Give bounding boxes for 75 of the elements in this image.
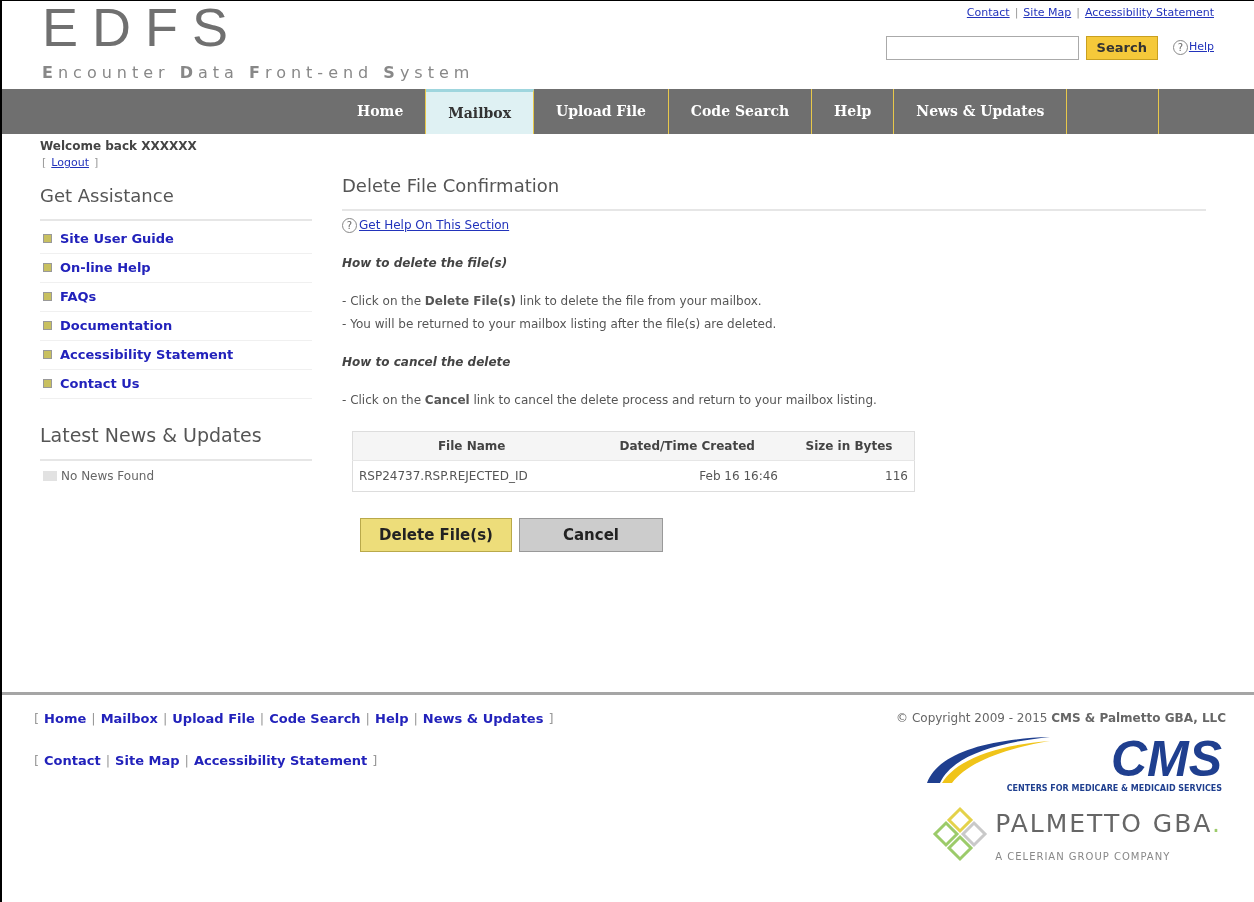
help-link[interactable]: Get Help On This Section xyxy=(359,216,510,234)
search-button[interactable]: Search xyxy=(1085,35,1158,60)
table-cell: 116 xyxy=(784,460,915,492)
bullet-icon xyxy=(43,263,52,272)
nav-tab[interactable]: Mailbox xyxy=(426,89,534,134)
sidebar-link[interactable]: On-line Help xyxy=(60,257,151,278)
separator-text: ] xyxy=(372,751,378,770)
nav-link[interactable]: Help xyxy=(375,709,409,729)
bullet-icon xyxy=(43,292,52,301)
separator-text: | xyxy=(259,710,265,728)
nav-link[interactable]: Code Search xyxy=(269,709,361,729)
bullet-icon xyxy=(43,234,52,243)
nav-tab[interactable]: Upload File xyxy=(534,89,669,134)
nav-tab[interactable]: News & Updates xyxy=(894,89,1068,134)
separator-text: | xyxy=(1076,5,1080,21)
section-heading: How to cancel the delete xyxy=(342,354,512,371)
sidebar-link[interactable]: Documentation xyxy=(60,315,173,336)
separator-text: | xyxy=(162,710,168,728)
bullet-icon xyxy=(43,321,52,330)
nav-link[interactable]: Logout xyxy=(51,155,89,172)
bullet-icon xyxy=(43,379,52,388)
welcome-text: Welcome back XXXXXX xyxy=(40,138,198,155)
news-icon xyxy=(43,471,57,481)
instruction-text: - Click on the Delete File(s) link to delete the file from your mailbox. xyxy=(342,293,763,310)
cancel-button[interactable]: Cancel xyxy=(519,518,663,552)
help-link[interactable]: Help xyxy=(1188,39,1214,56)
separator-text: ] xyxy=(93,155,99,171)
logo-tagline: CENTERS FOR MEDICARE & MEDICAID SERVICES xyxy=(1006,783,1222,795)
separator-text: | xyxy=(1014,5,1019,21)
nav-link[interactable]: Mailbox xyxy=(100,709,158,729)
nav-tab[interactable]: Code Search xyxy=(668,89,813,134)
separator-text: | xyxy=(91,710,96,728)
nav-link[interactable]: Accessibility Statement xyxy=(193,750,368,770)
table-cell: RSP24737.RSP.REJECTED_ID xyxy=(352,460,591,492)
separator-text: | xyxy=(413,710,418,728)
section-heading: Get Assistance xyxy=(40,181,312,221)
page-title: Delete File Confirmation xyxy=(342,172,1206,211)
bullet-icon xyxy=(43,350,52,359)
nav-link[interactable]: Accessibility Statement xyxy=(1084,5,1214,22)
nav-link[interactable]: Contact xyxy=(44,750,101,770)
separator-text: ] xyxy=(548,710,554,728)
search-field[interactable] xyxy=(885,35,1079,60)
nav-link[interactable]: Upload File xyxy=(172,709,255,729)
sidebar-link[interactable]: FAQs xyxy=(60,286,97,307)
separator-text: | xyxy=(365,710,370,728)
site-logo: EDFS xyxy=(42,1,244,53)
logo-text: PALMETTO GBA. xyxy=(995,808,1222,840)
separator-text: | xyxy=(184,751,189,770)
sidebar-link[interactable]: Contact Us xyxy=(60,373,140,394)
logo-tagline: A CELERIAN GROUP COMPANY xyxy=(995,849,1172,864)
logo-text: CMS xyxy=(1110,735,1222,783)
separator-text: [ xyxy=(42,155,47,171)
copyright-text: © Copyright 2009 - 2015 CMS & Palmetto GBA, LLC xyxy=(896,710,1226,727)
separator-text: [ xyxy=(34,710,40,728)
nav-link[interactable]: Site Map xyxy=(1023,5,1072,22)
section-heading: Latest News & Updates xyxy=(40,420,312,461)
news-item: No News Found xyxy=(61,468,155,485)
sidebar-link[interactable]: Site User Guide xyxy=(60,228,174,249)
column-header: Dated/Time Created xyxy=(590,431,784,461)
diamond-logo-icon xyxy=(931,805,990,864)
column-header: Size in Bytes xyxy=(784,431,915,461)
column-header: File Name xyxy=(352,431,591,461)
nav-link[interactable]: News & Updates xyxy=(422,709,544,729)
nav-link[interactable]: Contact xyxy=(966,5,1010,22)
separator-text: [ xyxy=(34,751,40,770)
nav-tab[interactable]: Help xyxy=(812,89,895,134)
instruction-text: - You will be returned to your mailbox listing after the file(s) are deleted. xyxy=(342,316,778,333)
section-heading: How to delete the file(s) xyxy=(342,255,509,272)
table-cell: Feb 16 16:46 xyxy=(590,460,784,492)
nav-link[interactable]: Home xyxy=(44,709,87,729)
separator-text: | xyxy=(105,751,111,770)
nav-link[interactable]: Site Map xyxy=(115,750,180,770)
delete-button[interactable]: Delete File(s) xyxy=(360,518,512,552)
instruction-text: - Click on the Cancel link to cancel the delete process and return to your mailbox listing. xyxy=(342,392,878,409)
sidebar-link[interactable]: Accessibility Statement xyxy=(60,344,234,365)
